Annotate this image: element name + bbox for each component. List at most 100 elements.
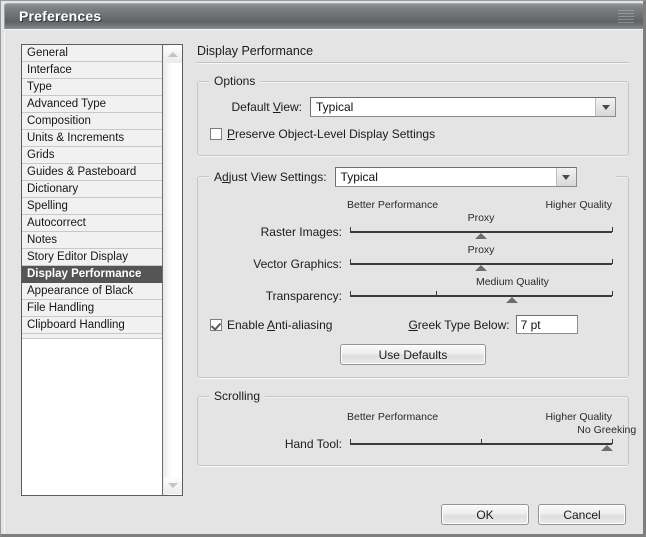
category-list[interactable]: GeneralInterfaceTypeAdvanced TypeComposi… [22,45,162,495]
slider-label-raster-images: Raster Images: [210,225,342,239]
sidebar-item-interface[interactable]: Interface [22,62,162,79]
dialog-footer: OK Cancel [441,504,626,525]
antialias-greek-row: Enable Anti-aliasing Greek Type Below: 7… [210,315,616,334]
settings-pane: Display Performance Options Default View… [197,44,629,466]
sidebar-item-type[interactable]: Type [22,79,162,96]
chevron-down-icon [562,175,570,180]
sidebar-item-guides-pasteboard[interactable]: Guides & Pasteboard [22,164,162,181]
sidebar-item-dictionary[interactable]: Dictionary [22,181,162,198]
slider-caption-vector-graphics: Proxy [468,244,495,256]
sidebar-item-grids[interactable]: Grids [22,147,162,164]
sidebar-item-advanced-type[interactable]: Advanced Type [22,96,162,113]
use-defaults-button[interactable]: Use Defaults [340,344,486,365]
scroll-down-button[interactable] [164,477,182,494]
slider-hand-tool[interactable]: No Greeking [350,425,612,455]
default-view-row: Default View: Typical [210,97,616,117]
ok-button[interactable]: OK [441,504,529,525]
slider-row-transparency: Transparency: Medium Quality [210,277,616,307]
scroll-up-button[interactable] [164,46,182,63]
adjust-view-settings-label: Adjust View Settings: [214,170,327,184]
slider-tick-hand-tool [612,439,613,444]
preserve-object-level-label: Preserve Object-Level Display Settings [227,127,435,141]
slider-vector-graphics[interactable]: Proxy [350,245,612,275]
sidebar-item-clipboard-handling[interactable]: Clipboard Handling [22,317,162,334]
adjust-view-settings-select[interactable]: Typical [335,167,577,187]
sidebar-item-file-handling[interactable]: File Handling [22,300,162,317]
page-title: Display Performance [197,44,629,63]
sidebar-item-units-increments[interactable]: Units & Increments [22,130,162,147]
sidebar-item-composition[interactable]: Composition [22,113,162,130]
scrolling-group-label: Scrolling [209,389,265,403]
cancel-button[interactable]: Cancel [538,504,626,525]
scrolling-sliders: Hand Tool: No Greeking [210,425,616,455]
slider-raster-images[interactable]: Proxy [350,213,612,243]
category-list-scrollbar[interactable] [162,45,182,495]
slider-label-transparency: Transparency: [210,289,342,303]
sidebar-item-notes[interactable]: Notes [22,232,162,249]
scale-left-label: Better Performance [347,411,438,423]
slider-tick-raster-images [612,227,613,232]
title-bar[interactable]: Preferences [4,3,644,29]
adjust-view-settings-header: Adjust View Settings: Typical [209,167,616,187]
preserve-object-level-row[interactable]: Preserve Object-Level Display Settings [210,127,616,141]
slider-thumb-hand-tool[interactable] [601,445,613,451]
slider-tick-transparency [612,291,613,296]
slider-tick-raster-images [350,227,351,232]
sidebar-item-autocorrect[interactable]: Autocorrect [22,215,162,232]
slider-tick-hand-tool [481,439,482,444]
sidebar-item-display-performance[interactable]: Display Performance [22,266,162,283]
slider-tick-hand-tool [350,439,351,444]
slider-track-transparency [350,295,612,297]
scale-left-label: Better Performance [347,199,438,211]
slider-thumb-transparency[interactable] [506,297,518,303]
enable-antialiasing-checkbox[interactable] [210,319,222,331]
scroll-down-arrow-icon [168,483,178,488]
scrolling-group: Scrolling Better Performance Higher Qual… [197,396,629,466]
default-view-dropdown-button[interactable] [595,98,615,116]
scrolling-scale-header: Better Performance Higher Quality [350,411,612,425]
slider-label-hand-tool: Hand Tool: [210,437,342,451]
greek-type-below-label: Greek Type Below: [408,318,509,332]
scale-right-label: Higher Quality [545,199,612,211]
title-bar-grip-icon [618,10,634,23]
greek-type-below-input[interactable]: 7 pt [516,315,578,334]
adjust-scale-header: Better Performance Higher Quality [350,199,612,213]
options-group-label: Options [209,74,260,88]
default-view-label: Default View: [210,100,302,114]
options-group: Options Default View: Typical Pres [197,81,629,156]
slider-thumb-vector-graphics[interactable] [475,265,487,271]
slider-row-vector-graphics: Vector Graphics: Proxy [210,245,616,275]
default-view-value: Typical [311,100,595,114]
slider-row-raster-images: Raster Images: Proxy [210,213,616,243]
adjust-view-settings-dropdown-button[interactable] [556,168,576,186]
slider-caption-hand-tool: No Greeking [577,424,636,436]
adjust-sliders: Raster Images: Proxy Vector Graphics: Proxy… [210,213,616,307]
sidebar-item-story-editor-display[interactable]: Story Editor Display [22,249,162,266]
enable-antialiasing-label: Enable Anti-aliasing [227,318,332,332]
slider-transparency[interactable]: Medium Quality [350,277,612,307]
slider-tick-transparency [436,291,437,296]
slider-tick-vector-graphics [612,259,613,264]
scroll-up-arrow-icon [168,52,178,57]
sidebar-item-appearance-of-black[interactable]: Appearance of Black [22,283,162,300]
category-list-panel: GeneralInterfaceTypeAdvanced TypeComposi… [21,44,183,496]
adjust-view-settings-group: Adjust View Settings: Typical Better Per… [197,176,629,378]
sidebar-item-general[interactable]: General [22,45,162,62]
slider-tick-transparency [350,291,351,296]
slider-label-vector-graphics: Vector Graphics: [210,257,342,271]
slider-row-hand-tool: Hand Tool: No Greeking [210,425,616,455]
slider-caption-raster-images: Proxy [468,212,495,224]
default-view-select[interactable]: Typical [310,97,616,117]
slider-thumb-raster-images[interactable] [475,233,487,239]
preferences-dialog: Preferences GeneralInterfaceTypeAdvanced… [0,0,646,537]
slider-tick-vector-graphics [350,259,351,264]
chevron-down-icon [602,105,610,110]
adjust-view-settings-value: Typical [336,170,556,184]
sidebar-item-spelling[interactable]: Spelling [22,198,162,215]
preserve-object-level-checkbox[interactable] [210,128,222,140]
scale-right-label: Higher Quality [545,411,612,423]
dialog-client-area: GeneralInterfaceTypeAdvanced TypeComposi… [4,29,644,535]
window-title: Preferences [19,8,101,24]
category-list-empty-area [22,339,162,495]
slider-caption-transparency: Medium Quality [476,276,549,288]
